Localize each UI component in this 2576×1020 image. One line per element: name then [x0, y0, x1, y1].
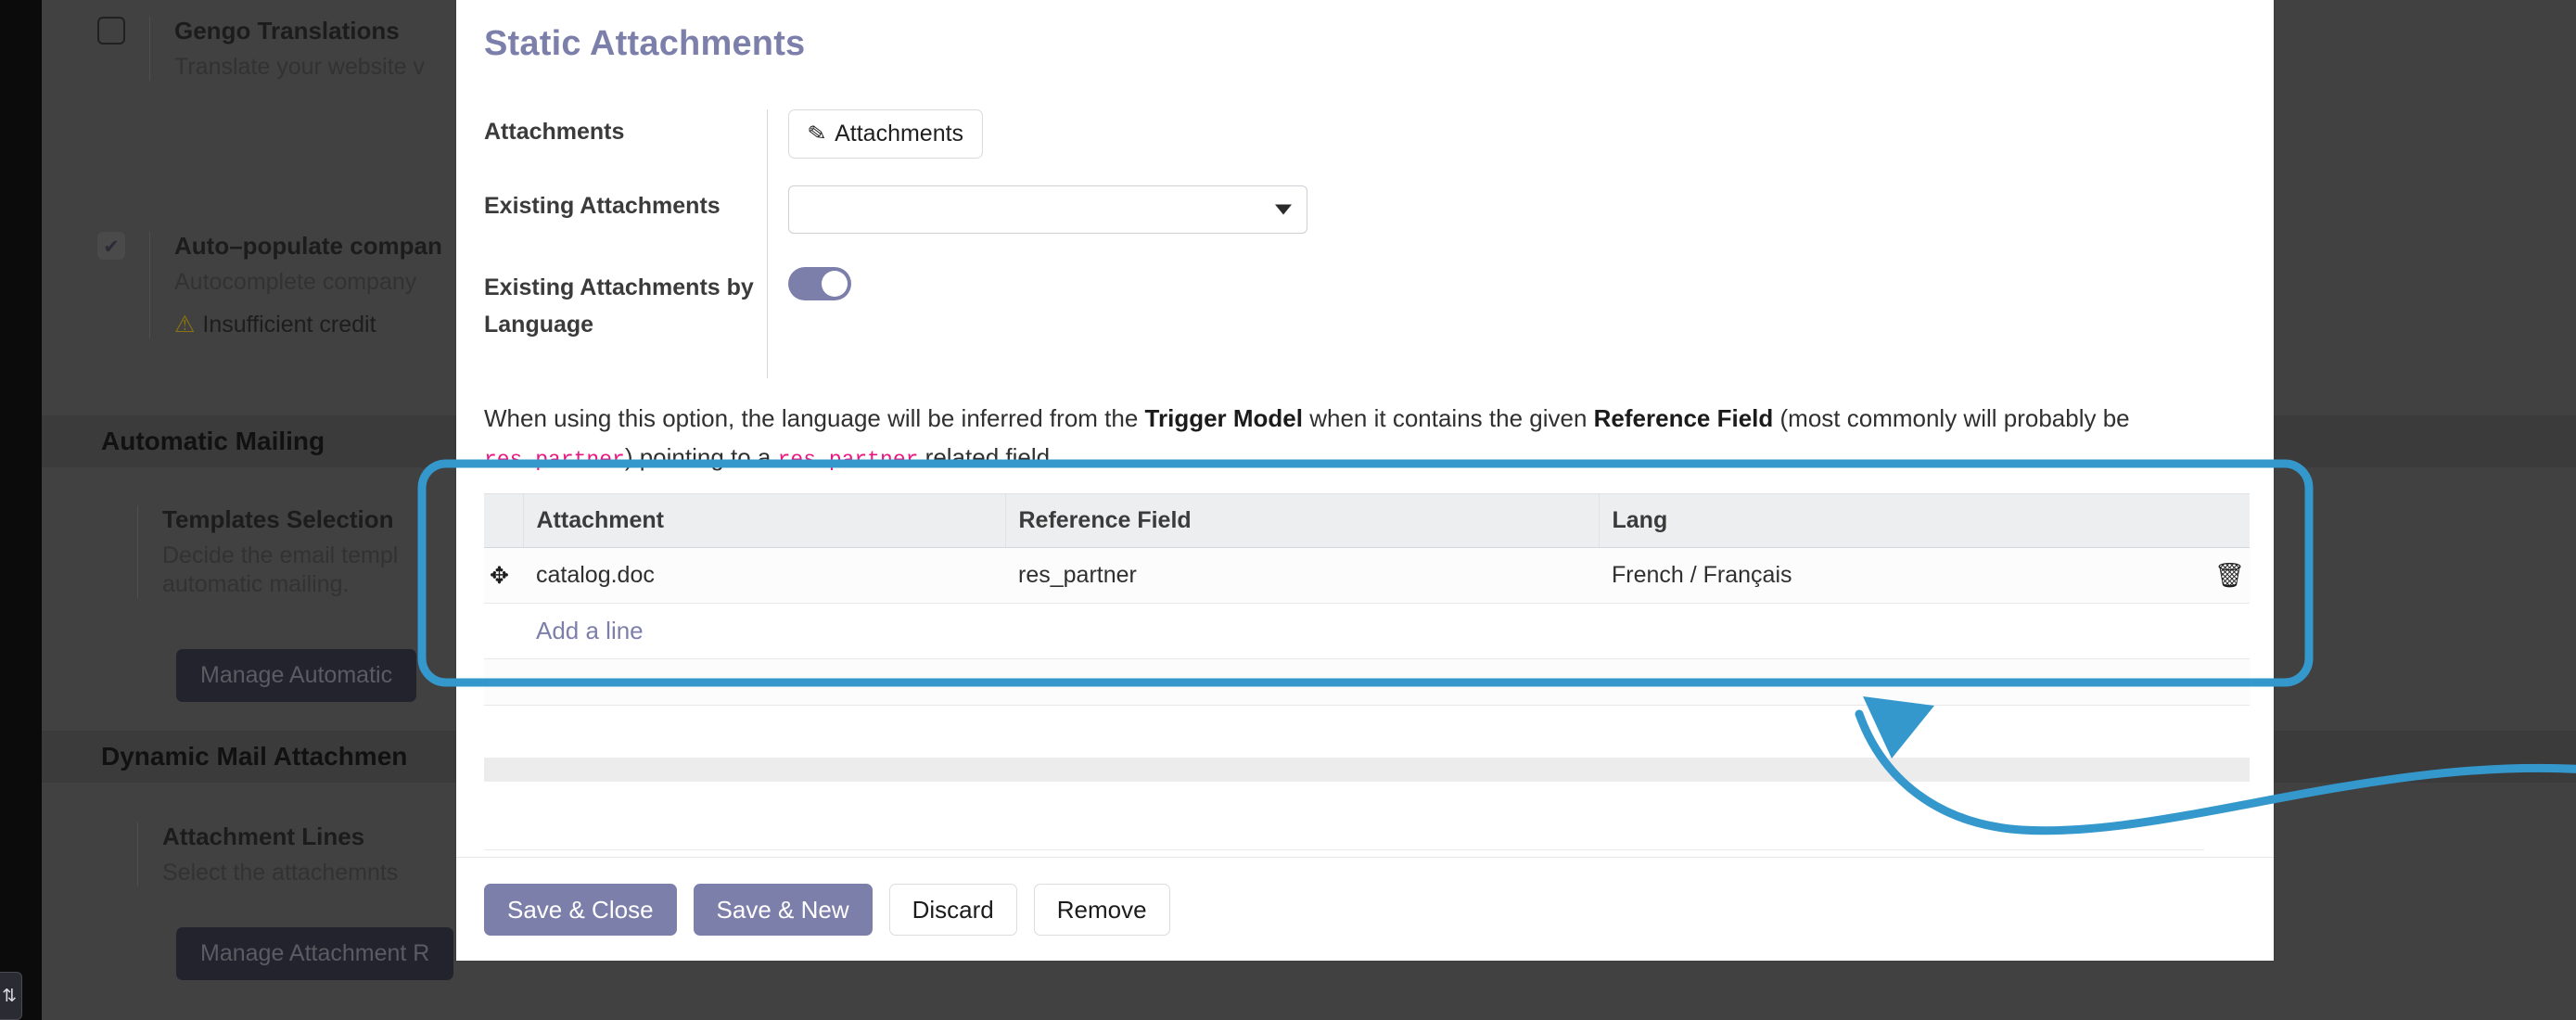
templates-selection-title: Templates Selection	[162, 505, 398, 534]
help-code-res-partner-1: res_partner	[484, 448, 625, 472]
table-footer-row	[484, 758, 2250, 782]
help-part-1: When using this option, the language wil…	[484, 404, 1145, 432]
table-pad-row	[484, 706, 2250, 758]
help-part-4: ) pointing to a	[625, 443, 778, 471]
existing-attachments-select[interactable]	[788, 185, 1307, 234]
header-lang[interactable]: Lang	[1599, 494, 2201, 548]
help-part-3: (most commonly will probably be	[1773, 404, 2129, 432]
dialog-title: Static Attachments	[484, 24, 805, 64]
pad-cell	[484, 706, 2250, 758]
gengo-description: Translate your website v	[174, 54, 425, 81]
add-line-row[interactable]: Add a line	[484, 604, 2250, 659]
attachment-lines-table: Attachment Reference Field Lang ✥ catalo…	[484, 493, 2250, 782]
help-text: When using this option, the language wil…	[484, 399, 2200, 479]
divider	[137, 505, 138, 598]
field-existing-attachments: Existing Attachments	[484, 185, 2237, 267]
screen: ⇅ Gengo Translations Translate your webs…	[0, 0, 2576, 1020]
save-and-new-button[interactable]: Save & New	[694, 884, 873, 936]
row-delete-button[interactable]: 🗑	[2201, 548, 2250, 604]
field-existing-attachments-by-language: Existing Attachments by Language	[484, 267, 2237, 378]
drag-handle-icon: ✥	[490, 563, 509, 589]
manage-automatic-mailing-label: Manage Automatic	[200, 662, 392, 688]
section-title: Automatic Mailing	[101, 427, 325, 456]
remove-button[interactable]: Remove	[1034, 884, 1170, 936]
setting-attachment-lines: Attachment Lines Select the attachemnts	[137, 822, 398, 886]
auto-populate-description: Autocomplete company	[174, 269, 442, 296]
divider	[149, 17, 150, 81]
manage-attachment-rules-label: Manage Attachment R	[200, 940, 429, 966]
manage-automatic-mailing-button[interactable]: Manage Automatic	[176, 649, 416, 702]
dialog-form: Attachments ✎ Attachments Existing Attac…	[484, 109, 2237, 378]
footer-cell	[484, 758, 2250, 782]
setting-templates-selection: Templates Selection Decide the email tem…	[137, 505, 398, 598]
attachment-lines-desc: Select the attachemnts	[162, 860, 398, 886]
help-code-res-partner-2: res.partner	[778, 448, 919, 472]
header-actions	[2201, 494, 2250, 548]
header-attachment[interactable]: Attachment	[523, 494, 1005, 548]
cell-reference-field[interactable]: res_partner	[1005, 548, 1599, 604]
gengo-title: Gengo Translations	[174, 17, 425, 45]
header-handle	[484, 494, 523, 548]
chevron-down-icon	[1275, 205, 1292, 215]
divider	[137, 822, 138, 886]
paperclip-icon: ✎	[806, 120, 828, 149]
trash-icon: 🗑	[2214, 561, 2245, 589]
warning-text: Insufficient credit	[202, 312, 376, 338]
static-attachments-dialog: Static Attachments Attachments ✎ Attachm…	[456, 0, 2274, 961]
help-bold-reference-field: Reference Field	[1594, 404, 1774, 432]
auto-populate-checkbox[interactable]: ✔	[97, 232, 125, 260]
warning-icon: ⚠	[174, 312, 195, 338]
header-reference-field[interactable]: Reference Field	[1005, 494, 1599, 548]
setting-gengo-translations[interactable]: Gengo Translations Translate your websit…	[97, 17, 425, 81]
dialog-footer: Save & Close Save & New Discard Remove	[456, 857, 2274, 961]
add-line-cell[interactable]: Add a line	[523, 604, 2250, 659]
discard-button[interactable]: Discard	[889, 884, 1017, 936]
table-header-row: Attachment Reference Field Lang	[484, 494, 2250, 548]
content-bottom-divider	[484, 849, 2204, 850]
section-title: Dynamic Mail Attachmen	[101, 742, 407, 771]
attachments-button[interactable]: ✎ Attachments	[788, 109, 983, 159]
add-line-spacer	[484, 604, 523, 659]
rail-toggle-icon: ⇅	[2, 986, 17, 1007]
field-attachments: Attachments ✎ Attachments	[484, 109, 2237, 185]
setting-auto-populate[interactable]: ✔ Auto–populate compan Autocomplete comp…	[97, 232, 442, 338]
templates-selection-desc-1: Decide the email templ	[162, 542, 398, 569]
auto-populate-warning: ⚠ Insufficient credit	[174, 311, 442, 338]
manage-attachment-rules-button[interactable]: Manage Attachment R	[176, 927, 453, 980]
help-part-2: when it contains the given	[1303, 404, 1594, 432]
help-bold-trigger-model: Trigger Model	[1145, 404, 1303, 432]
attachments-label: Attachments	[484, 109, 767, 152]
existing-attachments-by-language-toggle[interactable]	[788, 267, 851, 300]
check-icon: ✔	[103, 236, 120, 258]
cell-attachment[interactable]: catalog.doc	[523, 548, 1005, 604]
blank-cell	[484, 659, 2250, 706]
gengo-checkbox[interactable]	[97, 17, 125, 45]
divider	[149, 232, 150, 338]
help-part-5: related field.	[918, 443, 1056, 471]
table-row[interactable]: ✥ catalog.doc res_partner French / Franç…	[484, 548, 2250, 604]
save-and-close-button[interactable]: Save & Close	[484, 884, 677, 936]
attachment-lines-title: Attachment Lines	[162, 822, 398, 851]
rail-toggle-tab[interactable]: ⇅	[0, 972, 22, 1020]
templates-selection-desc-2: automatic mailing.	[162, 571, 398, 598]
attachments-button-label: Attachments	[835, 121, 963, 147]
existing-attachments-label: Existing Attachments	[484, 185, 767, 224]
cell-lang[interactable]: French / Français	[1599, 548, 2201, 604]
row-drag-handle[interactable]: ✥	[484, 548, 523, 604]
left-rail	[0, 0, 42, 1020]
toggle-knob	[822, 271, 848, 297]
table-blank-row	[484, 659, 2250, 706]
auto-populate-title: Auto–populate compan	[174, 232, 442, 261]
add-a-line-link[interactable]: Add a line	[536, 617, 644, 644]
existing-attachments-by-language-label: Existing Attachments by Language	[484, 267, 767, 343]
